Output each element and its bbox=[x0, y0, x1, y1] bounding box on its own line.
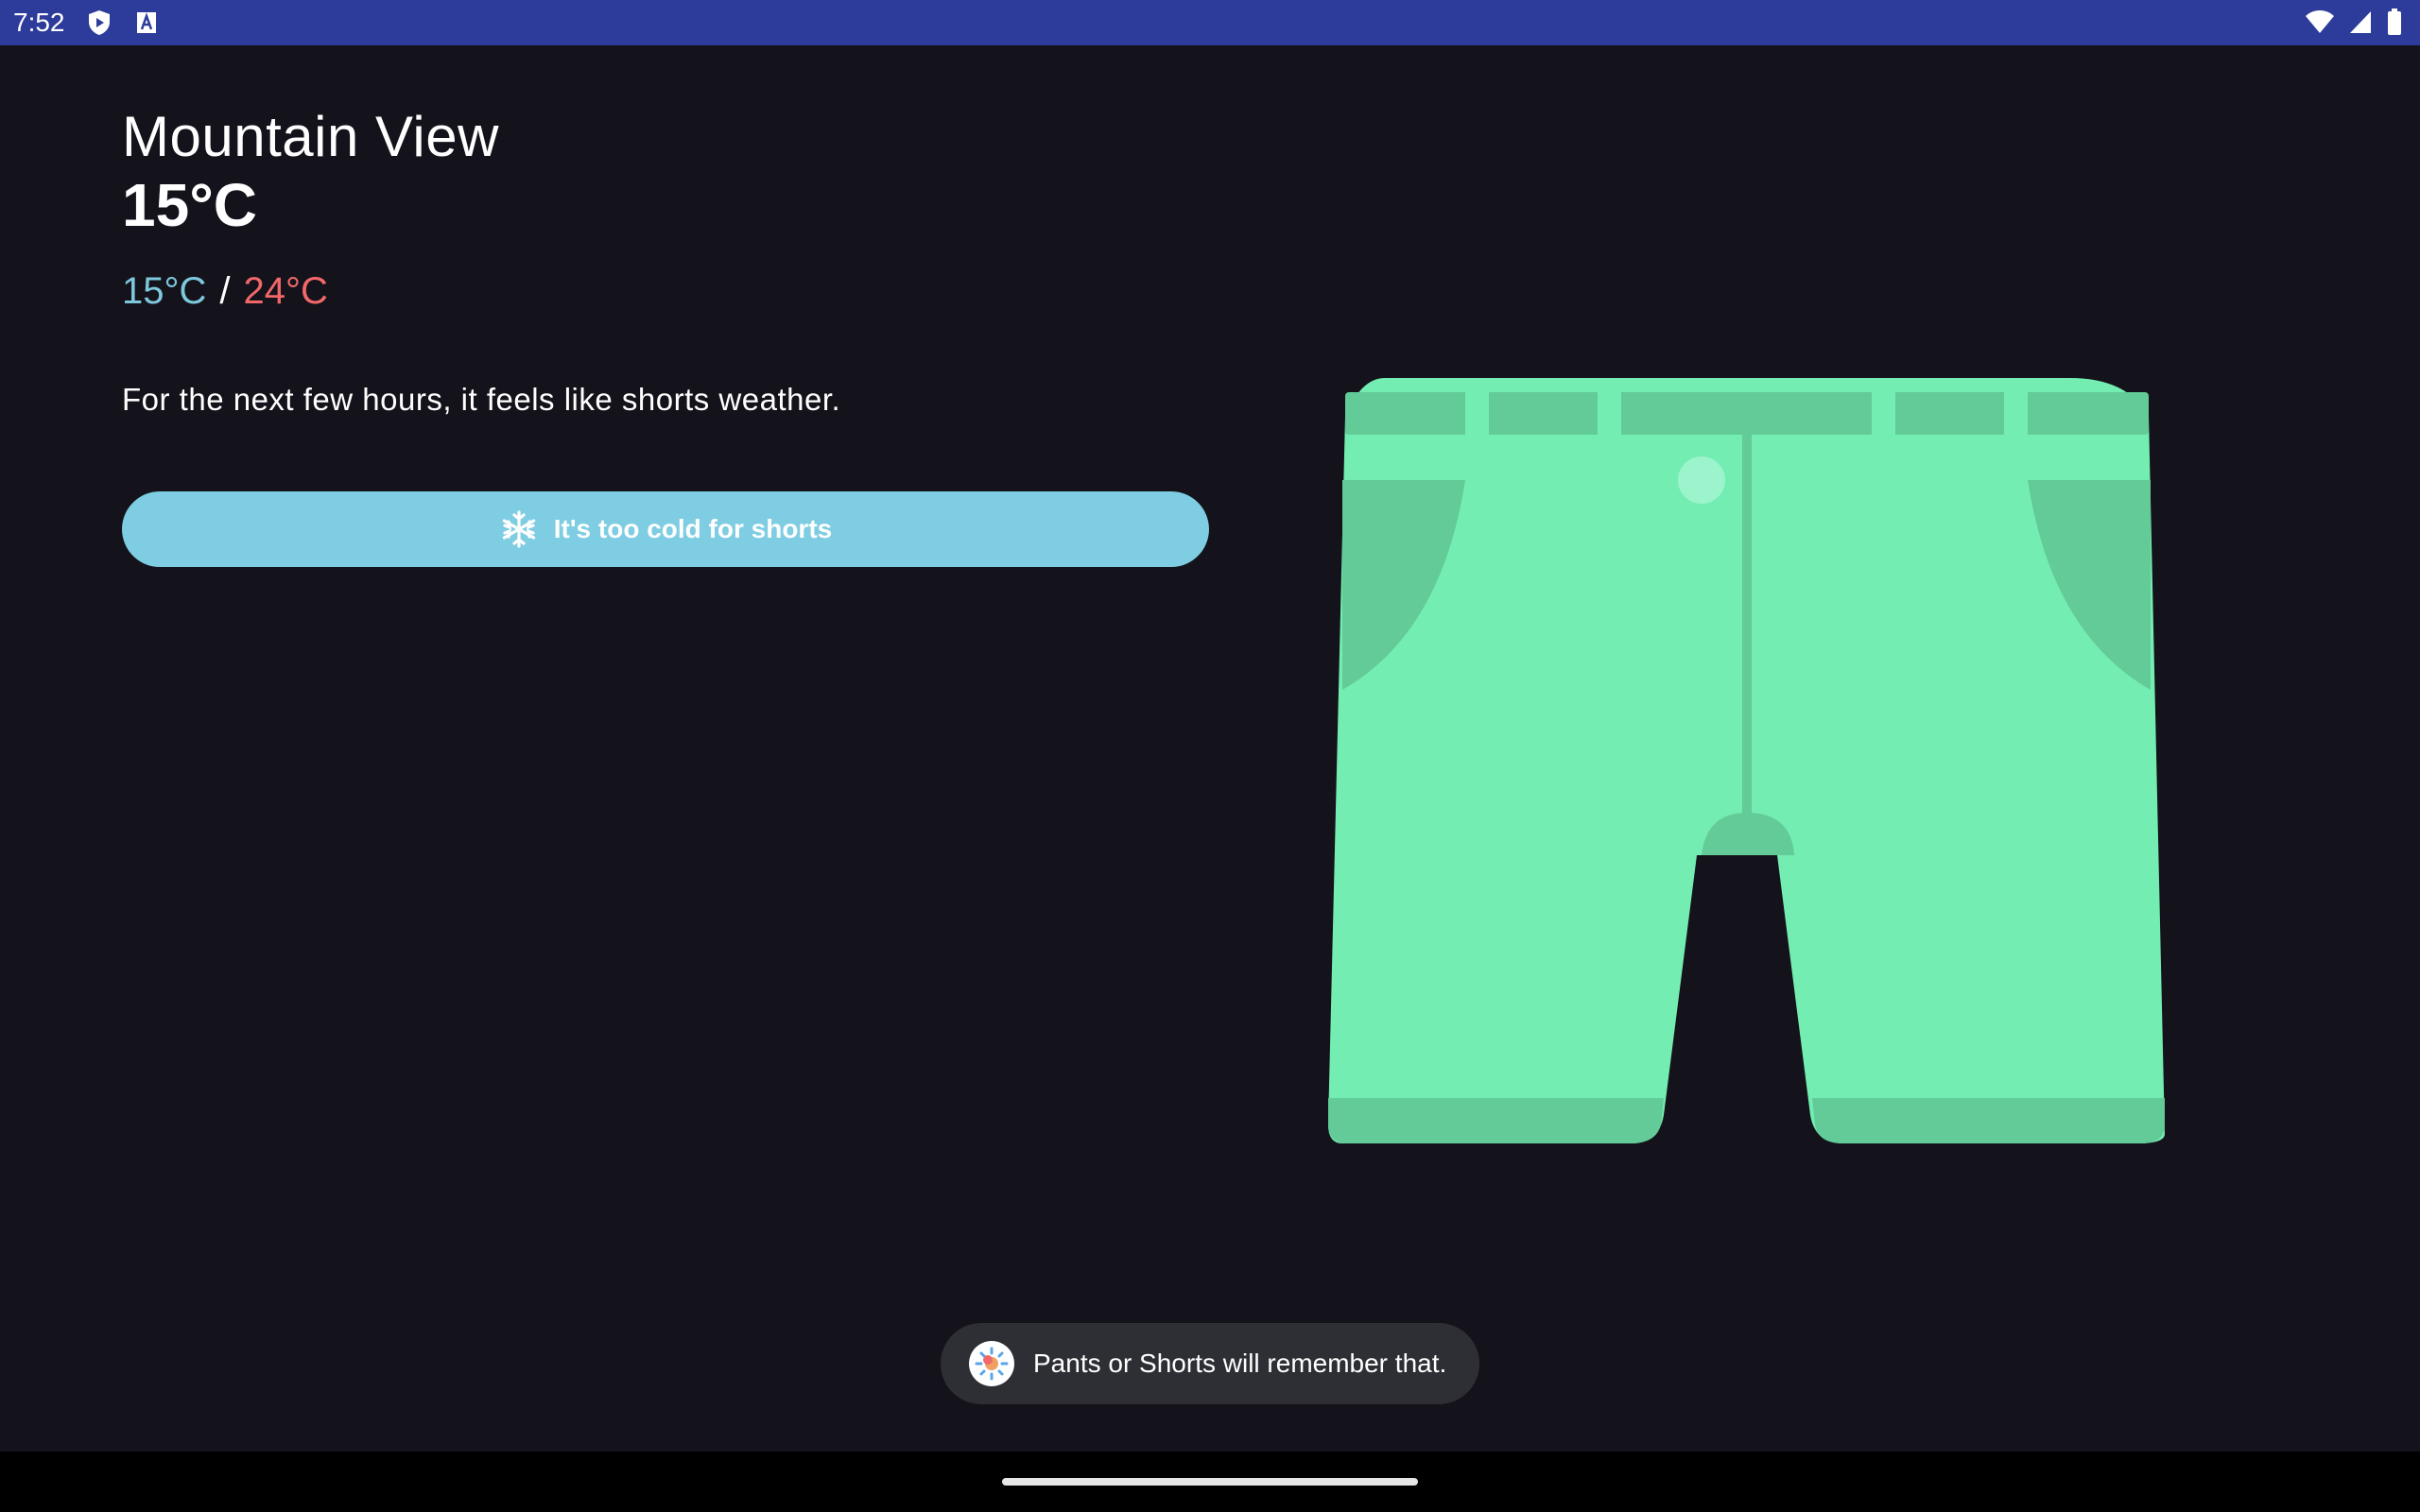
a-box-icon bbox=[132, 9, 161, 37]
temperature-range: 15°C / 24°C bbox=[122, 270, 328, 313]
app-screen: 7:52 Mountain View 15°C 15°C / 24°C For … bbox=[0, 0, 2420, 1512]
shield-play-icon bbox=[85, 9, 113, 37]
cellular-signal-icon bbox=[2348, 9, 2373, 40]
wifi-icon bbox=[2305, 9, 2335, 40]
snowflake-icon bbox=[499, 509, 539, 549]
app-icon bbox=[969, 1341, 1014, 1386]
battery-icon bbox=[2386, 8, 2403, 41]
shorts-illustration bbox=[1328, 378, 2165, 1143]
current-temperature: 15°C bbox=[122, 171, 257, 239]
status-time: 7:52 bbox=[13, 8, 65, 37]
low-temperature: 15°C bbox=[122, 270, 207, 312]
toast-message: Pants or Shorts will remember that. bbox=[941, 1323, 1479, 1404]
too-cold-button-label: It's too cold for shorts bbox=[553, 514, 833, 543]
home-handle[interactable] bbox=[1002, 1478, 1418, 1486]
toast-text: Pants or Shorts will remember that. bbox=[1033, 1349, 1447, 1378]
high-temperature: 24°C bbox=[243, 270, 328, 312]
status-icons bbox=[2305, 8, 2403, 41]
city-name: Mountain View bbox=[122, 105, 499, 168]
too-cold-button[interactable]: It's too cold for shorts bbox=[122, 491, 1209, 567]
status-bar: 7:52 bbox=[0, 0, 2420, 45]
forecast-text: For the next few hours, it feels like sh… bbox=[122, 382, 841, 417]
range-separator: / bbox=[219, 270, 231, 312]
